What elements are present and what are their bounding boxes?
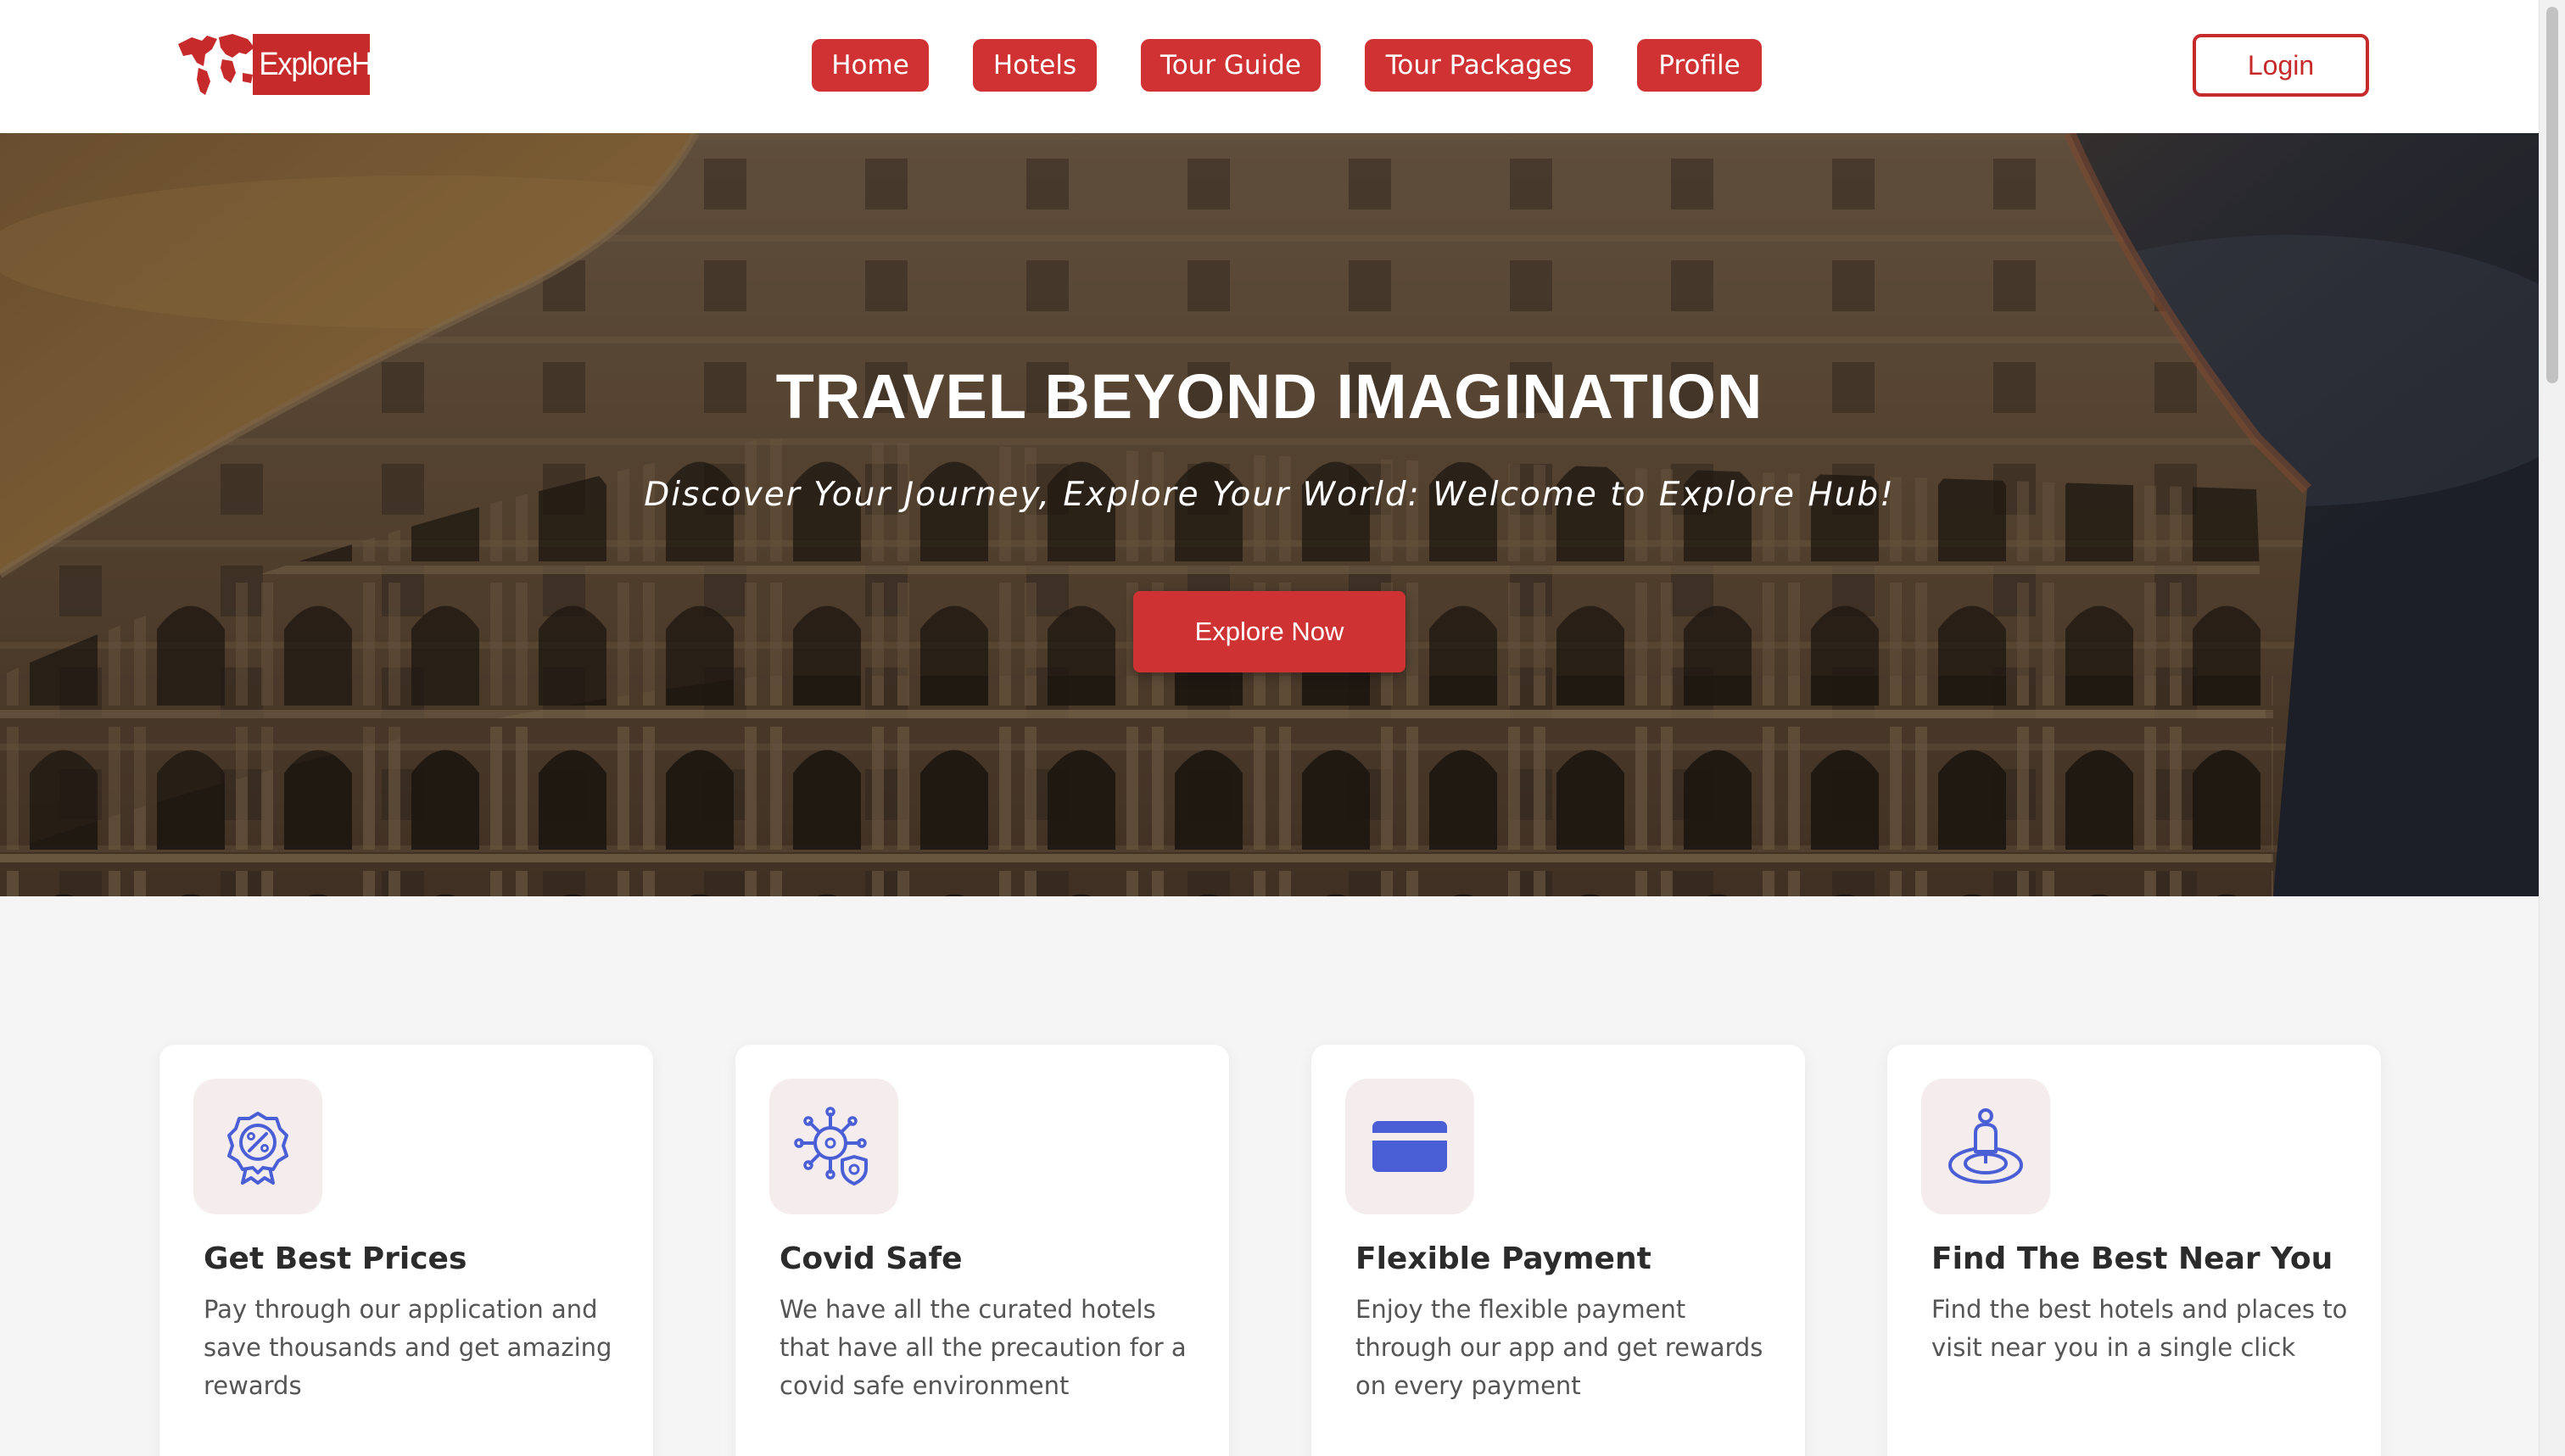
- feature-title: Find The Best Near You: [1931, 1241, 2333, 1276]
- feature-card-best-prices: Get Best Prices Pay through our applicat…: [159, 1045, 653, 1456]
- discount-badge-icon: [227, 1112, 288, 1185]
- feature-title: Get Best Prices: [204, 1241, 467, 1276]
- top-navbar: ExploreHub Home Hotels Tour Guide Tour P…: [0, 0, 2539, 133]
- explore-now-button[interactable]: Explore Now: [1133, 591, 1405, 672]
- hero-subtitle: Discover Your Journey, Explore Your Worl…: [644, 476, 1895, 514]
- nav-tour-packages-button[interactable]: Tour Packages: [1365, 39, 1593, 92]
- feature-icon-box: [193, 1079, 322, 1214]
- nav-tour-guide-button[interactable]: Tour Guide: [1141, 39, 1321, 92]
- hero-banner: TRAVEL BEYOND IMAGINATION Discover Your …: [0, 133, 2539, 896]
- feature-icon-box: [1921, 1079, 2050, 1214]
- nav-profile-button[interactable]: Profile: [1637, 39, 1762, 92]
- feature-title: Covid Safe: [780, 1241, 963, 1276]
- feature-card-covid-safe: Covid Safe We have all the curated hotel…: [735, 1045, 1229, 1456]
- hero-title: TRAVEL BEYOND IMAGINATION: [775, 361, 1763, 432]
- page-scrollbar[interactable]: [2539, 0, 2565, 1456]
- login-button[interactable]: Login: [2193, 34, 2369, 97]
- feature-card-flexible-payment: Flexible Payment Enjoy the flexible paym…: [1311, 1045, 1805, 1456]
- location-person-icon: [1948, 1108, 2023, 1184]
- credit-card-icon: [1372, 1121, 1447, 1172]
- world-map-icon: [178, 34, 254, 95]
- nav-hotels-button[interactable]: Hotels: [973, 39, 1097, 92]
- feature-description: We have all the curated hotels that have…: [780, 1295, 1187, 1400]
- hero-overlay: [0, 133, 2539, 896]
- feature-icon-box: [1345, 1079, 1474, 1214]
- feature-description: Find the best hotels and places to visit…: [1931, 1295, 2348, 1362]
- logo-wordmark: ExploreHub: [253, 34, 404, 95]
- feature-icon-box: [769, 1079, 898, 1214]
- feature-card-find-near-you: Find The Best Near You Find the best hot…: [1887, 1045, 2381, 1456]
- feature-title: Flexible Payment: [1355, 1241, 1651, 1276]
- feature-description: Enjoy the flexible payment through our a…: [1355, 1295, 1763, 1400]
- virus-shield-icon: [794, 1107, 868, 1185]
- feature-description: Pay through our application and save tho…: [204, 1295, 612, 1400]
- nav-home-button[interactable]: Home: [812, 39, 929, 92]
- explorehub-logo[interactable]: ExploreHub: [173, 29, 404, 98]
- scrollbar-thumb[interactable]: [2546, 7, 2558, 383]
